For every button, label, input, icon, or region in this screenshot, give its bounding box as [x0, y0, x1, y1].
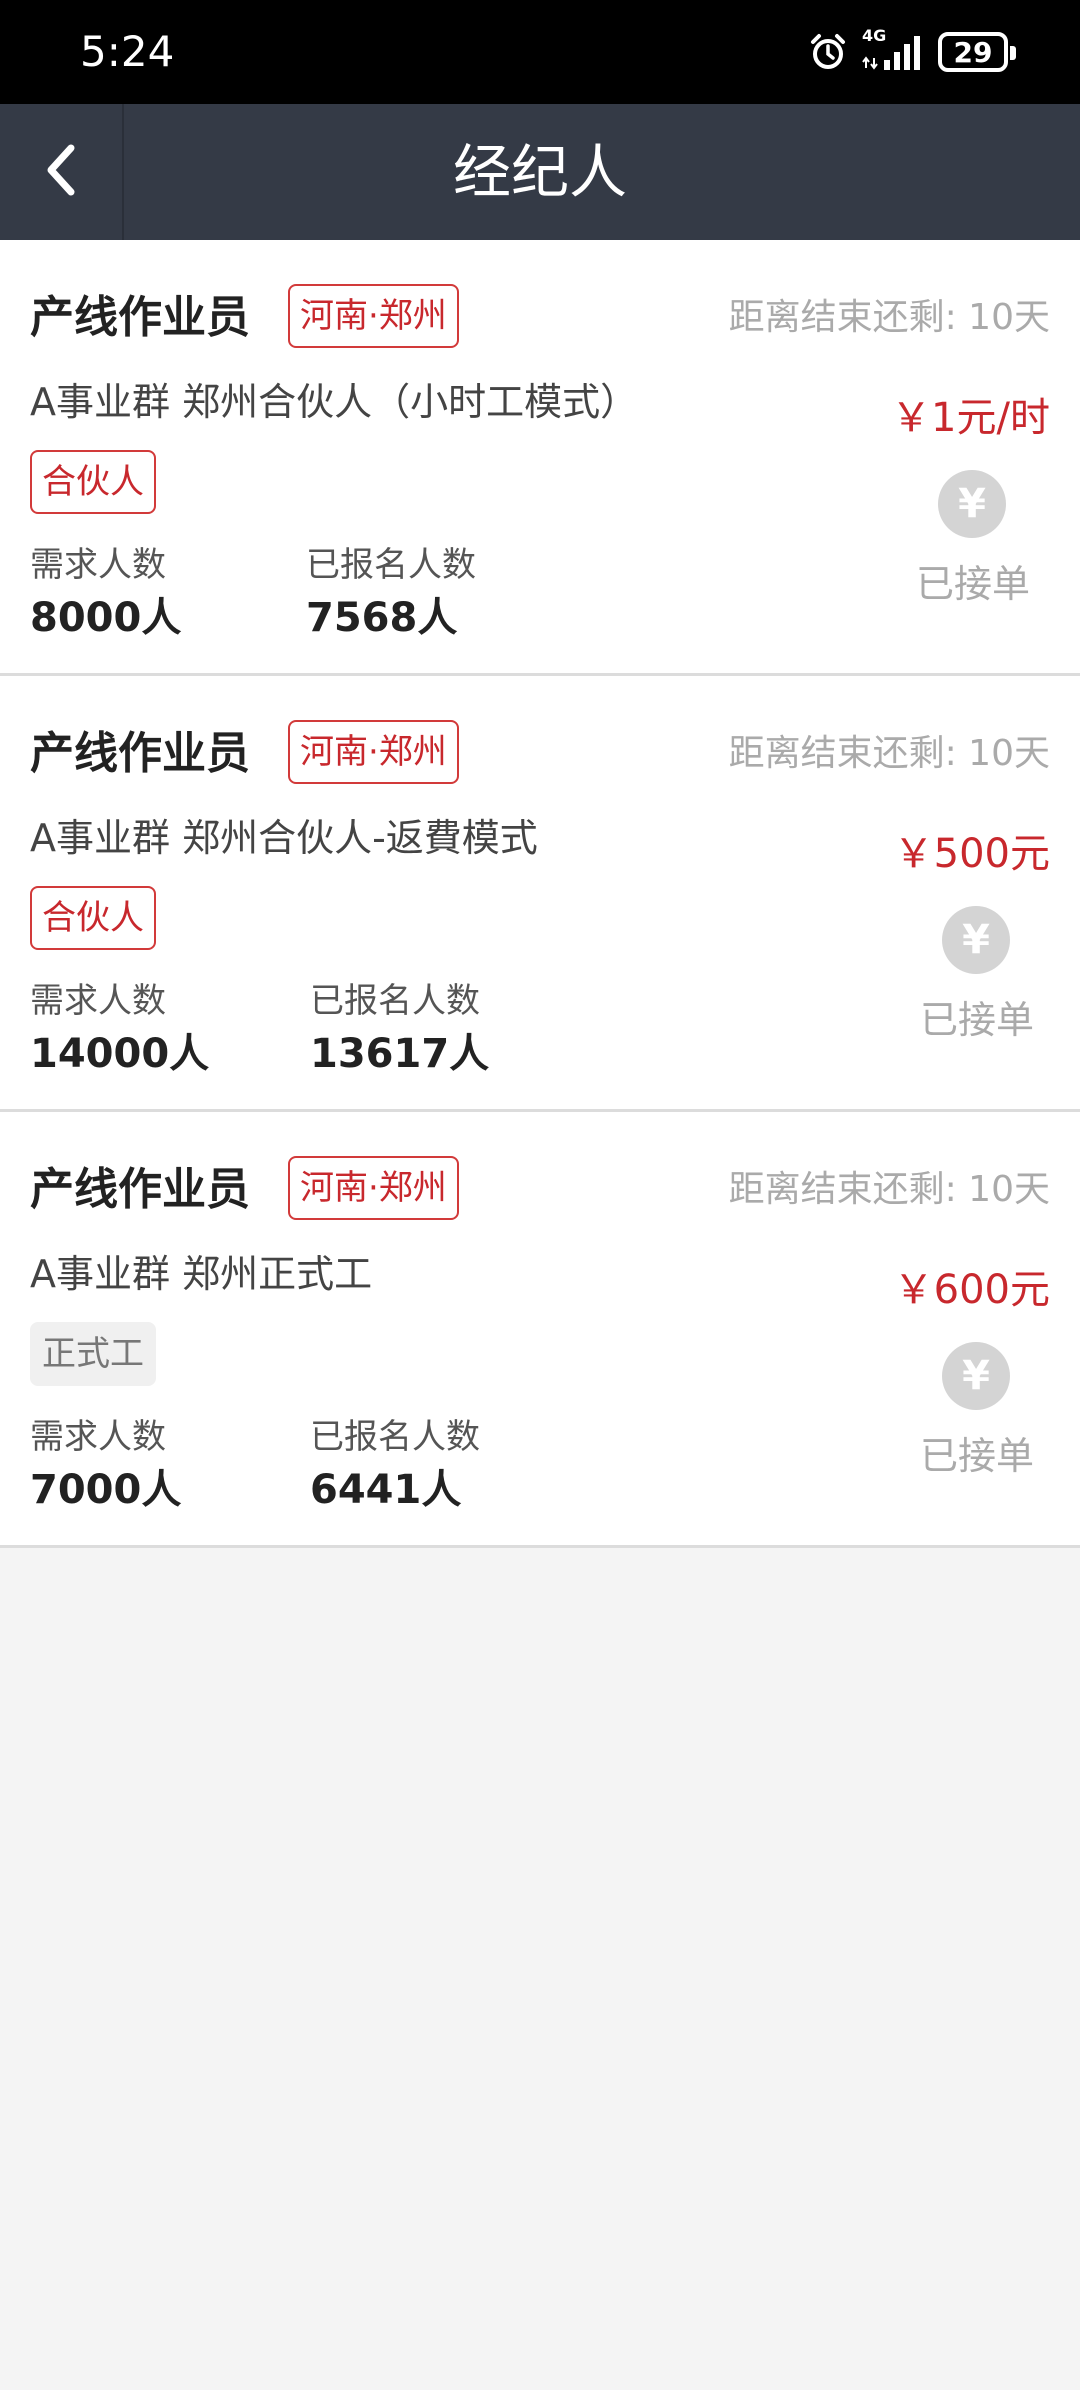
yen-icon: ¥	[938, 470, 1006, 538]
job-subtitle: A事业群 郑州合伙人-返費模式	[30, 816, 538, 860]
back-button[interactable]	[0, 104, 124, 240]
demand-value: 14000人	[30, 1031, 210, 1077]
job-subtitle: A事业群 郑州正式工	[30, 1252, 373, 1296]
registered-value: 13617人	[310, 1031, 490, 1077]
page-title: 经纪人	[452, 138, 627, 206]
time-remaining: 距离结束还剩: 10天	[728, 297, 1050, 338]
accepted-status: 已接单	[919, 998, 1034, 1042]
registered-label: 已报名人数	[306, 545, 476, 585]
job-list: 产线作业员 河南·郑州 距离结束还剩: 10天 A事业群 郑州合伙人（小时工模式…	[0, 240, 1080, 1548]
location-tag: 河南·郑州	[288, 284, 459, 348]
accepted-status: 已接单	[915, 562, 1030, 606]
registered-value: 7568人	[306, 595, 458, 641]
alarm-icon	[808, 32, 848, 72]
network-type-label: 4G	[862, 26, 887, 45]
demand-value: 8000人	[30, 595, 182, 641]
signal-icon: 4G	[862, 26, 924, 72]
yen-icon: ¥	[942, 1342, 1010, 1410]
status-icons: 4G 29	[808, 26, 1016, 76]
price: ￥500元	[893, 831, 1050, 877]
demand-label: 需求人数	[30, 981, 166, 1021]
battery-icon: 29	[938, 32, 1016, 72]
status-bar: 5:24 4G 29	[0, 0, 1080, 104]
demand-value: 7000人	[30, 1467, 182, 1513]
nav-header: 经纪人	[0, 104, 1080, 240]
location-tag: 河南·郑州	[288, 720, 459, 784]
status-time: 5:24	[80, 27, 175, 76]
job-type-tag: 正式工	[30, 1322, 156, 1386]
job-title: 产线作业员	[30, 292, 250, 343]
time-remaining: 距离结束还剩: 10天	[728, 733, 1050, 774]
job-title: 产线作业员	[30, 728, 250, 779]
demand-label: 需求人数	[30, 545, 166, 585]
chevron-left-icon	[39, 142, 83, 202]
job-card[interactable]: 产线作业员 河南·郑州 距离结束还剩: 10天 A事业群 郑州正式工 正式工 需…	[0, 1112, 1080, 1548]
job-card[interactable]: 产线作业员 河南·郑州 距离结束还剩: 10天 A事业群 郑州合伙人-返費模式 …	[0, 676, 1080, 1112]
registered-label: 已报名人数	[310, 1417, 480, 1457]
yen-icon: ¥	[942, 906, 1010, 974]
accepted-status: 已接单	[919, 1434, 1034, 1478]
job-title: 产线作业员	[30, 1164, 250, 1215]
time-remaining: 距离结束还剩: 10天	[728, 1169, 1050, 1210]
price: ￥600元	[893, 1267, 1050, 1313]
demand-label: 需求人数	[30, 1417, 166, 1457]
registered-label: 已报名人数	[310, 981, 480, 1021]
job-subtitle: A事业群 郑州合伙人（小时工模式）	[30, 380, 639, 424]
registered-value: 6441人	[310, 1467, 462, 1513]
location-tag: 河南·郑州	[288, 1156, 459, 1220]
job-type-tag: 合伙人	[30, 450, 156, 514]
price: ￥1元/时	[891, 395, 1050, 441]
job-type-tag: 合伙人	[30, 886, 156, 950]
battery-level: 29	[953, 35, 993, 69]
job-card[interactable]: 产线作业员 河南·郑州 距离结束还剩: 10天 A事业群 郑州合伙人（小时工模式…	[0, 240, 1080, 676]
